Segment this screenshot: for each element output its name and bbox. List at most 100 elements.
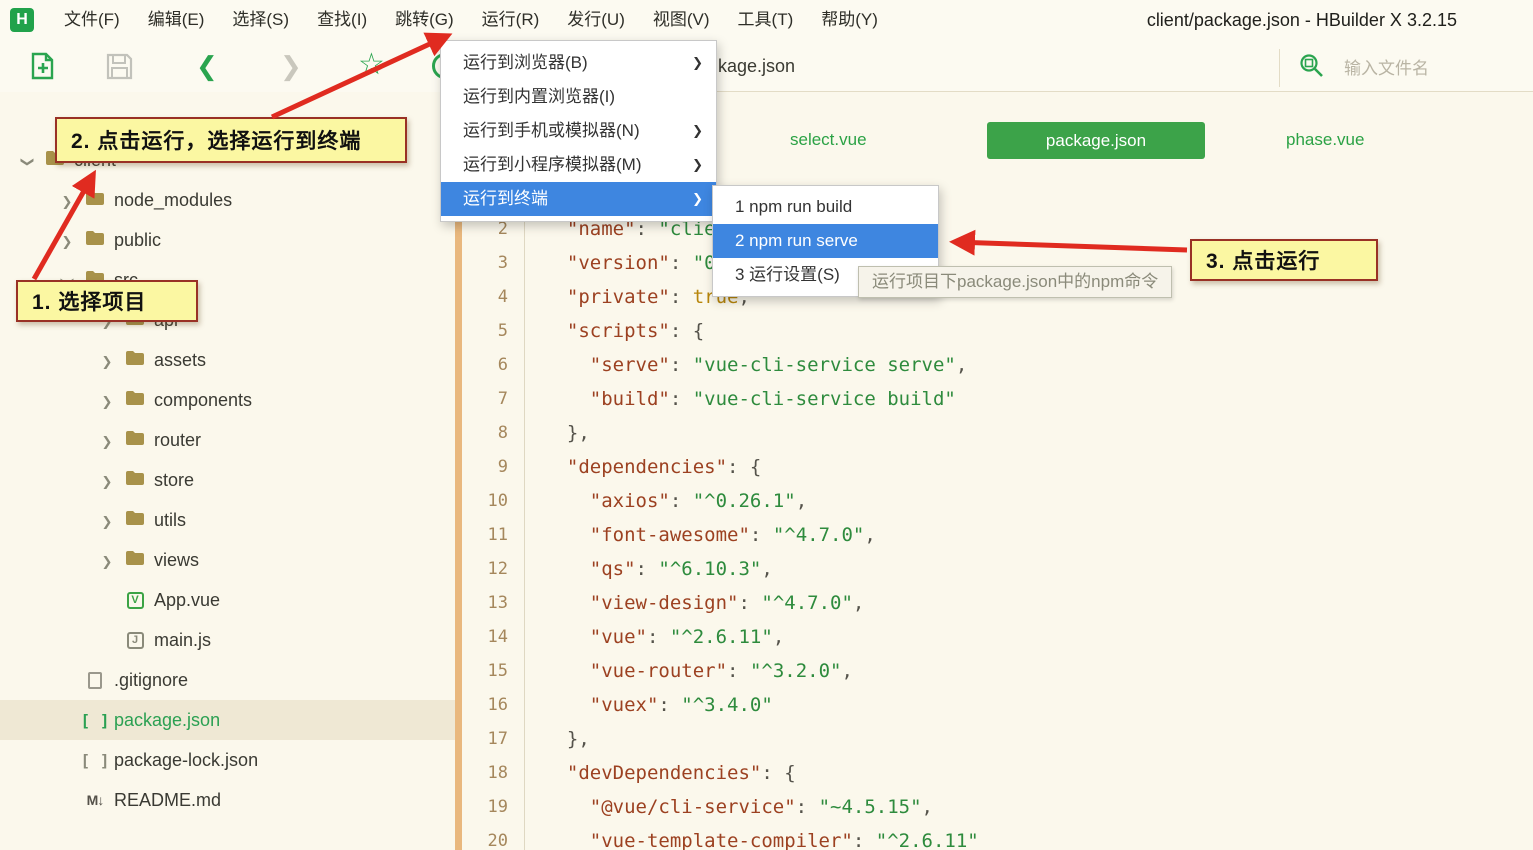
- back-button[interactable]: ❮: [196, 52, 218, 80]
- line-number: 11: [462, 518, 525, 552]
- chevron-right-icon[interactable]: ❯: [94, 350, 120, 371]
- tree-icon-slot: [ ]: [80, 751, 110, 770]
- menu-item-label: 运行到手机或模拟器(N): [463, 121, 640, 140]
- menu-item-5[interactable]: 运行(R): [468, 0, 554, 40]
- favorite-button[interactable]: ☆: [358, 50, 385, 80]
- code-token: ,: [864, 524, 876, 546]
- sidebar-item-assets[interactable]: ❯ assets: [0, 340, 455, 380]
- menu-item-6[interactable]: 发行(U): [553, 0, 639, 40]
- code-line: 5 "scripts": {: [462, 314, 1533, 348]
- sidebar-item-main-js[interactable]: Jmain.js: [0, 620, 455, 660]
- run-menu-item-1[interactable]: 运行到内置浏览器(I): [441, 80, 716, 114]
- menu-item-3[interactable]: 查找(I): [303, 0, 381, 40]
- line-number: 20: [462, 824, 525, 850]
- file-search[interactable]: 输入文件名: [1298, 45, 1528, 87]
- menu-item-1[interactable]: 编辑(E): [134, 0, 219, 40]
- menu-item-4[interactable]: 跳转(G): [381, 0, 468, 40]
- project-explorer[interactable]: ❯client❯node_modules❯public❯src❯api❯asse…: [0, 92, 455, 850]
- code-line: 19 "@vue/cli-service": "~4.5.15",: [462, 790, 1533, 824]
- chevron-right-icon[interactable]: ❯: [94, 430, 120, 451]
- submenu-arrow-icon: ❯: [692, 191, 703, 206]
- chevron-right-icon[interactable]: ❯: [94, 550, 120, 571]
- chevron-right-icon[interactable]: ❯: [94, 470, 120, 491]
- sidebar-item-components[interactable]: ❯ components: [0, 380, 455, 420]
- sidebar-item-readme-md[interactable]: M↓ README.md: [0, 780, 455, 820]
- line-number: 7: [462, 382, 525, 416]
- sidebar-item-app-vue[interactable]: V App.vue: [0, 580, 455, 620]
- code-token: "vue": [589, 626, 647, 648]
- js-file-icon: J: [126, 631, 144, 649]
- code-line: 14 "vue": "^2.6.11",: [462, 620, 1533, 654]
- code-text: "qs": "^6.10.3",: [544, 552, 773, 586]
- line-number: 18: [462, 756, 525, 790]
- json-file-icon: [ ]: [80, 710, 110, 730]
- tab-partial-package-json[interactable]: kage.json: [718, 40, 795, 92]
- code-token: "view-design": [589, 592, 739, 614]
- line-number: 19: [462, 790, 525, 824]
- forward-button[interactable]: ❯: [280, 52, 302, 80]
- app-logo-icon: H: [10, 8, 34, 32]
- chevron-glyph: ❯: [101, 353, 113, 369]
- sidebar-item-package-json[interactable]: [ ] package.json: [0, 700, 455, 740]
- code-token: "^4.7.0": [772, 524, 865, 546]
- chevron-glyph: ❯: [101, 393, 113, 409]
- chevron-right-icon[interactable]: ❯: [94, 510, 120, 531]
- chevron-down-icon[interactable]: ❯: [14, 150, 40, 171]
- tab-phase-vue[interactable]: phase.vue: [1286, 120, 1364, 160]
- code-token: :: [852, 830, 876, 850]
- tab-select-vue[interactable]: select.vue: [790, 120, 867, 160]
- code-token: "vue-cli-service build": [692, 388, 956, 410]
- tree-icon-slot: [120, 550, 150, 571]
- sidebar-item-router[interactable]: ❯ router: [0, 420, 455, 460]
- code-token: ,: [761, 558, 773, 580]
- code-token: "devDependencies": [566, 762, 762, 784]
- tree-item-label: assets: [154, 349, 207, 370]
- code-text: "devDependencies": {: [544, 756, 796, 790]
- code-token: :: [727, 660, 750, 682]
- sidebar-item-node-modules[interactable]: ❯ node_modules: [0, 180, 455, 220]
- sidebar-item-store[interactable]: ❯ store: [0, 460, 455, 500]
- menu-item-0[interactable]: 文件(F): [50, 0, 134, 40]
- chevron-right-icon[interactable]: ❯: [94, 390, 120, 411]
- code-token: "qs": [589, 558, 636, 580]
- code-token: "version": [566, 252, 670, 274]
- run-menu-item-2[interactable]: 运行到手机或模拟器(N) ❯: [441, 114, 716, 148]
- markdown-file-icon: M↓: [86, 792, 105, 808]
- code-token: "vuex": [589, 694, 659, 716]
- sidebar-item-package-lock-json[interactable]: [ ] package-lock.json: [0, 740, 455, 780]
- code-token: },: [544, 728, 590, 750]
- code-text: "@vue/cli-service": "~4.5.15",: [544, 790, 933, 824]
- chevron-right-icon[interactable]: ❯: [54, 190, 80, 211]
- menu-item-8[interactable]: 工具(T): [724, 0, 808, 40]
- sidebar-item-views[interactable]: ❯ views: [0, 540, 455, 580]
- menu-item-label: 运行到浏览器(B): [463, 53, 588, 72]
- run-menu-item-3[interactable]: 运行到小程序模拟器(M) ❯: [441, 148, 716, 182]
- code-text: "build": "vue-cli-service build": [544, 382, 956, 416]
- sidebar-item-utils[interactable]: ❯ utils: [0, 500, 455, 540]
- menu-item-2[interactable]: 选择(S): [218, 0, 303, 40]
- run-menu-item-4[interactable]: 运行到终端 ❯: [441, 182, 716, 216]
- tree-item-label: README.md: [114, 789, 222, 810]
- save-button[interactable]: [106, 53, 133, 85]
- tab-package-json[interactable]: package.json: [987, 122, 1205, 159]
- menu-item-9[interactable]: 帮助(Y): [807, 0, 892, 40]
- code-line: 6 "serve": "vue-cli-service serve",: [462, 348, 1533, 382]
- chevron-right-icon[interactable]: ❯: [54, 230, 80, 251]
- line-number: 5: [462, 314, 525, 348]
- menu-item-7[interactable]: 视图(V): [639, 0, 724, 40]
- code-token: :: [749, 524, 773, 546]
- new-file-button[interactable]: [28, 51, 58, 86]
- code-line: 8 },: [462, 416, 1533, 450]
- run-menu-item-0[interactable]: 运行到浏览器(B) ❯: [441, 46, 716, 80]
- tree-item-label: public: [114, 229, 162, 250]
- line-number: 10: [462, 484, 525, 518]
- terminal-submenu-item-1[interactable]: 2 npm run serve: [713, 224, 938, 258]
- sidebar-item--gitignore[interactable]: .gitignore: [0, 660, 455, 700]
- code-token: :: [795, 796, 819, 818]
- terminal-submenu-item-0[interactable]: 1 npm run build: [713, 190, 938, 224]
- sidebar-item-public[interactable]: ❯ public: [0, 220, 455, 260]
